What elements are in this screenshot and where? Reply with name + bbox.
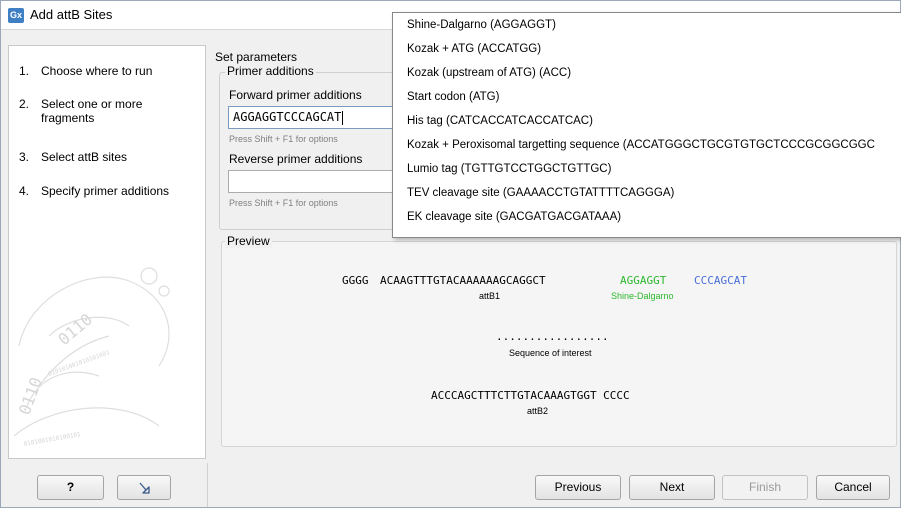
- dropdown-item[interactable]: TEV cleavage site (GAAAACCTGTATTTTCAGGGA…: [407, 187, 674, 199]
- step-1: 1. Choose where to run: [19, 64, 153, 78]
- forward-primer-hint: Press Shift + F1 for options: [229, 134, 338, 144]
- primer-additions-dropdown: Shine-Dalgarno (AGGAGGT) Kozak + ATG (AC…: [392, 12, 901, 238]
- undo-arrow-icon: [139, 482, 150, 494]
- dropdown-item[interactable]: Start codon (ATG): [407, 91, 499, 103]
- step-4-current: 4. Specify primer additions: [19, 184, 170, 198]
- finish-button: Finish: [722, 475, 808, 500]
- svg-text:0110: 0110: [15, 375, 46, 418]
- reverse-primer-input[interactable]: [228, 170, 398, 193]
- seq1-shine-dalgarno: AGGAGGT: [620, 274, 667, 287]
- forward-primer-label: Forward primer additions: [229, 88, 362, 102]
- dropdown-item[interactable]: Kozak (upstream of ATG) (ACC): [407, 67, 571, 79]
- attb2-label: attB2: [527, 406, 549, 416]
- window-title: Add attB Sites: [30, 7, 113, 22]
- seq2: ACCCAGCTTTCTTGTACAAAGTGGT CCCC: [431, 389, 630, 402]
- bottom-divider: [207, 463, 208, 507]
- text-caret: [342, 110, 344, 125]
- svg-text:0101001010100101: 0101001010100101: [23, 431, 82, 448]
- primer-additions-title: Primer additions: [225, 64, 316, 78]
- app-icon: Gx: [8, 8, 24, 23]
- svg-text:010101001010101001: 010101001010101001: [47, 349, 111, 378]
- dialog-window: Gx Add attB Sites 0110 0110 010101001010…: [0, 0, 901, 508]
- previous-button[interactable]: Previous: [535, 475, 621, 500]
- next-button[interactable]: Next: [629, 475, 715, 500]
- steps-panel: 0110 0110 010101001010101001 01010010101…: [8, 45, 206, 459]
- dropdown-item[interactable]: His tag (CATCACCATCACCATCAC): [407, 115, 593, 127]
- dropdown-item[interactable]: Kozak + Peroxisomal targetting sequence …: [407, 139, 875, 151]
- shine-dalgarno-label: Shine-Dalgarno: [611, 291, 674, 301]
- forward-primer-input[interactable]: AGGAGGTCCCAGCAT: [228, 106, 398, 129]
- dropdown-item[interactable]: Kozak + ATG (ACCATGG): [407, 43, 541, 55]
- step-3: 3. Select attB sites: [19, 150, 128, 164]
- seq1-attb1: ACAAGTTTGTACAAAAAAGCAGGCT: [380, 274, 546, 287]
- set-parameters-heading: Set parameters: [215, 50, 298, 64]
- sequence-dots: .................: [496, 330, 609, 343]
- dropdown-item[interactable]: Shine-Dalgarno (AGGAGGT): [407, 19, 556, 31]
- sequence-of-interest-label: Sequence of interest: [509, 348, 592, 358]
- help-button[interactable]: ?: [37, 475, 104, 500]
- dropdown-item[interactable]: Lumio tag (TGTTGTCCTGGCTGTTGC): [407, 163, 611, 175]
- reverse-primer-label: Reverse primer additions: [229, 152, 363, 166]
- preview-title: Preview: [225, 234, 272, 248]
- attb1-label: attB1: [479, 291, 501, 301]
- dropdown-item[interactable]: EK cleavage site (GACGATGACGATAAA): [407, 211, 621, 223]
- cancel-button[interactable]: Cancel: [816, 475, 890, 500]
- preview-panel: [221, 241, 897, 447]
- seq1-primer-addition: CCCAGCAT: [694, 274, 747, 287]
- step-2: 2. Select one or more fragments: [19, 97, 143, 125]
- reset-button[interactable]: [117, 475, 171, 500]
- reverse-primer-hint: Press Shift + F1 for options: [229, 198, 338, 208]
- seq1-prefix: GGGG: [342, 274, 369, 287]
